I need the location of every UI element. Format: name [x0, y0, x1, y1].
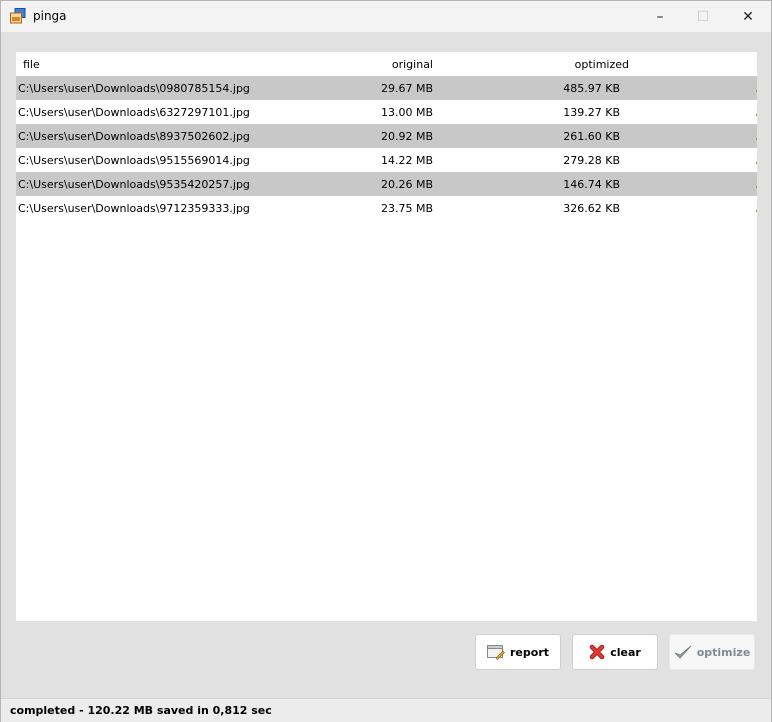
cell-file: C:\Users\user\Downloads\6327297101.jpg — [18, 106, 250, 119]
clear-button[interactable]: clear — [572, 634, 658, 670]
cell-file: C:\Users\user\Downloads\9535420257.jpg — [18, 178, 250, 191]
optimize-button[interactable]: optimize — [669, 634, 755, 670]
window-title: pinga — [33, 9, 67, 23]
app-icon — [10, 8, 26, 24]
table-row[interactable]: C:\Users\user\Downloads\9712359333.jpg 23… — [16, 196, 757, 220]
cell-original: 13.00 MB — [380, 106, 433, 119]
report-icon — [487, 645, 505, 660]
cell-optimized: 146.74 KB — [563, 178, 620, 191]
header-file[interactable]: file — [23, 58, 40, 71]
clear-label: clear — [610, 645, 641, 659]
file-list[interactable]: file original optimized C:\Users\user\Do… — [16, 52, 757, 621]
cell-optimized: 279.28 KB — [563, 154, 620, 167]
cell-original: 29.67 MB — [380, 82, 433, 95]
cell-optimized: 261.60 KB — [563, 130, 620, 143]
cell-optimized: 326.62 KB — [563, 202, 620, 215]
table-row[interactable]: C:\Users\user\Downloads\9515569014.jpg 14… — [16, 148, 757, 172]
cell-original: 14.22 MB — [380, 154, 433, 167]
list-header: file original optimized — [16, 52, 757, 76]
cell-original: 20.26 MB — [380, 178, 433, 191]
cell-original: 20.92 MB — [380, 130, 433, 143]
status-text: completed - 120.22 MB saved in 0,812 sec — [10, 704, 272, 717]
cell-file: C:\Users\user\Downloads\9515569014.jpg — [18, 154, 250, 167]
cell-file: C:\Users\user\Downloads\8937502602.jpg — [18, 130, 250, 143]
clipped-column-indicator — [756, 138, 757, 140]
cell-optimized: 485.97 KB — [563, 82, 620, 95]
clipped-column-indicator — [756, 210, 757, 212]
title-bar: pinga – ☐ ✕ — [1, 1, 771, 32]
cell-original: 23.75 MB — [380, 202, 433, 215]
cell-optimized: 139.27 KB — [563, 106, 620, 119]
minimize-button[interactable]: – — [637, 1, 683, 32]
table-row[interactable]: C:\Users\user\Downloads\8937502602.jpg 20… — [16, 124, 757, 148]
report-button[interactable]: report — [475, 634, 561, 670]
clipped-column-indicator — [756, 186, 757, 188]
clear-icon — [589, 644, 605, 660]
header-optimized[interactable]: optimized — [575, 58, 629, 71]
table-row[interactable]: C:\Users\user\Downloads\6327297101.jpg 13… — [16, 100, 757, 124]
clipped-column-indicator — [756, 90, 757, 92]
optimize-label: optimize — [696, 645, 751, 659]
cell-file: C:\Users\user\Downloads\0980785154.jpg — [18, 82, 250, 95]
header-original[interactable]: original — [392, 58, 433, 71]
clipped-column-indicator — [756, 114, 757, 116]
app-window: pinga – ☐ ✕ file original optimized C:\U… — [0, 0, 772, 722]
table-row[interactable]: C:\Users\user\Downloads\9535420257.jpg 20… — [16, 172, 757, 196]
checkmark-icon — [674, 645, 692, 659]
table-row[interactable]: C:\Users\user\Downloads\0980785154.jpg 29… — [16, 76, 757, 100]
report-label: report — [510, 645, 549, 659]
maximize-button[interactable]: ☐ — [680, 1, 726, 32]
clipped-column-indicator — [756, 162, 757, 164]
status-bar: completed - 120.22 MB saved in 0,812 sec — [1, 698, 771, 722]
cell-file: C:\Users\user\Downloads\9712359333.jpg — [18, 202, 250, 215]
close-button[interactable]: ✕ — [725, 1, 771, 32]
